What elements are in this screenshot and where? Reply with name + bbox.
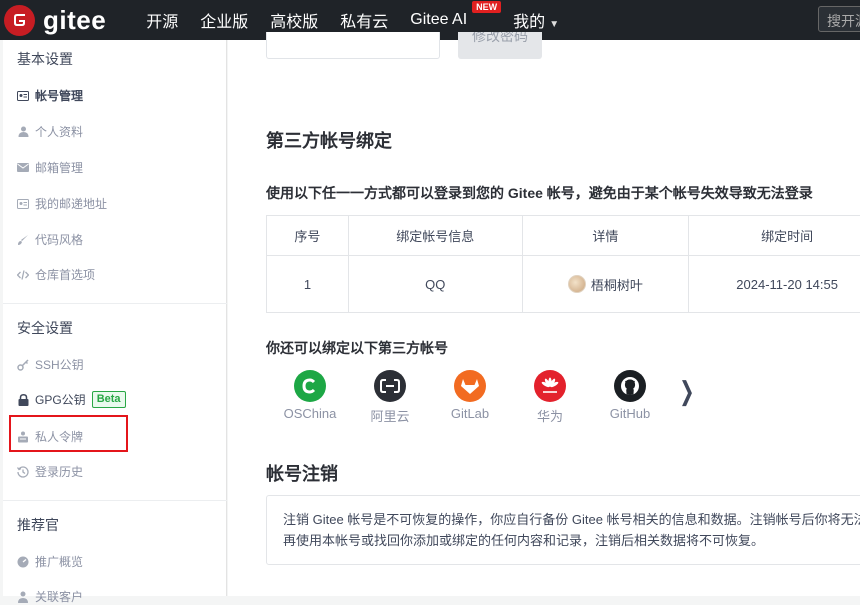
sidebar-item-repo-prefs[interactable]: 仓库首选项 [17, 266, 95, 283]
provider-label: GitHub [610, 406, 650, 421]
sidebar-item-gpg-key[interactable]: GPG公钥 Beta [17, 391, 126, 408]
provider-github[interactable]: GitHub [590, 370, 670, 425]
sidebar-divider [3, 303, 227, 304]
nav-item-private-cloud[interactable]: 私有云 [340, 8, 388, 32]
sidebar-item-login-history[interactable]: 登录历史 [17, 463, 83, 480]
mine-label: 我的 [513, 14, 545, 31]
search-input[interactable]: 搜开源 [818, 6, 860, 32]
gitee-ai-label: Gitee AI [410, 11, 467, 28]
nav-item-education[interactable]: 高校版 [270, 8, 318, 32]
gitlab-icon [454, 370, 486, 402]
section-title-security: 安全设置 [17, 318, 73, 338]
row-detail-name: 梧桐树叶 [591, 275, 643, 294]
gitee-logo-icon [4, 5, 35, 36]
column-header: 绑定时间 [689, 216, 860, 256]
sidebar-item-label: 帐号管理 [35, 87, 83, 104]
code-icon [17, 269, 29, 281]
envelope-icon [17, 162, 29, 174]
avatar [568, 275, 586, 293]
main-content: 修改密码 第三方帐号绑定 使用以下任一一方式都可以登录到您的 Gitee 帐号，… [228, 40, 860, 596]
user-icon [17, 126, 29, 138]
third-party-desc: 使用以下任一一方式都可以登录到您的 Gitee 帐号，避免由于某个帐号失效导致无… [266, 183, 813, 203]
cancel-account-title: 帐号注销 [266, 460, 338, 486]
provider-list: OSChina 阿里云 GitLab 华为 GitHub [278, 370, 670, 425]
column-header: 绑定帐号信息 [348, 216, 522, 256]
sidebar-item-ssh-key[interactable]: SSH公钥 [17, 356, 84, 373]
sidebar-item-address[interactable]: 我的邮递地址 [17, 195, 107, 212]
table-header-row: 序号 绑定帐号信息 详情 绑定时间 [267, 216, 860, 256]
cancel-account-notice: 注销 Gitee 帐号是不可恢复的操作，你应自行备份 Gitee 帐号相关的信息… [266, 495, 860, 565]
provider-label: 华为 [537, 406, 563, 425]
row-account: QQ [348, 256, 522, 313]
nav-item-enterprise[interactable]: 企业版 [200, 8, 248, 32]
password-input[interactable] [266, 32, 440, 59]
sidebar-item-profile[interactable]: 个人资料 [17, 123, 83, 140]
sidebar-item-code-style[interactable]: 代码风格 [17, 231, 83, 248]
provider-huawei[interactable]: 华为 [510, 370, 590, 425]
huawei-icon [534, 370, 566, 402]
provider-oschina[interactable]: OSChina [270, 370, 350, 425]
sidebar-item-label: 推广概览 [35, 553, 83, 570]
nav-item-gitee-ai[interactable]: Gitee AI NEW [410, 11, 467, 29]
sidebar-item-email[interactable]: 邮箱管理 [17, 159, 83, 176]
sidebar-item-label: 仓库首选项 [35, 266, 95, 283]
sidebar-divider [3, 500, 227, 501]
section-title-promo: 推荐官 [17, 515, 59, 535]
section-title-basic: 基本设置 [17, 49, 73, 69]
gitee-logo[interactable]: gitee [4, 5, 106, 36]
beta-badge: Beta [92, 391, 126, 408]
users-icon [17, 591, 29, 603]
oschina-icon [294, 370, 326, 402]
sidebar-item-account[interactable]: 帐号管理 [17, 87, 83, 104]
row-detail: 梧桐树叶 [522, 256, 689, 313]
new-badge: NEW [472, 1, 501, 13]
aliyun-icon [374, 370, 406, 402]
binding-table: 序号 绑定帐号信息 详情 绑定时间 1 QQ 梧桐树叶 2024-11-20 1… [266, 215, 860, 313]
logo-text: gitee [43, 5, 106, 36]
column-header: 详情 [522, 216, 689, 256]
settings-sidebar: 基本设置 帐号管理 个人资料 邮箱管理 我的邮递地址 代码风格 仓库首选项 安全… [3, 40, 227, 596]
change-password-label: 修改密码 [472, 32, 528, 46]
sidebar-item-label: 关联客户 [35, 588, 83, 605]
sidebar-item-label: 个人资料 [35, 123, 83, 140]
sidebar-item-label: 邮箱管理 [35, 159, 83, 176]
chevron-right-icon[interactable]: ❯ [679, 376, 694, 407]
sidebar-item-promo-overview[interactable]: 推广概览 [17, 553, 83, 570]
sidebar-item-label: 登录历史 [35, 463, 83, 480]
provider-label: GitLab [451, 406, 489, 421]
lock-icon [17, 394, 29, 406]
sidebar-item-label: SSH公钥 [35, 356, 84, 373]
sidebar-item-related-customers[interactable]: 关联客户 [17, 588, 83, 605]
highlight-box [9, 415, 128, 452]
github-icon [614, 370, 646, 402]
gauge-icon [17, 556, 29, 568]
sidebar-item-label: GPG公钥 [35, 391, 86, 408]
sidebar-item-label: 代码风格 [35, 231, 83, 248]
provider-aliyun[interactable]: 阿里云 [350, 370, 430, 425]
caret-down-icon: ▼ [549, 19, 559, 30]
brush-icon [17, 234, 29, 246]
row-index: 1 [267, 256, 349, 313]
table-row: 1 QQ 梧桐树叶 2024-11-20 14:55 [267, 256, 860, 313]
nav-item-opensource[interactable]: 开源 [146, 8, 178, 32]
nav-item-mine[interactable]: 我的 ▼ [513, 8, 559, 32]
provider-gitlab[interactable]: GitLab [430, 370, 510, 425]
address-card-icon [17, 198, 29, 210]
also-bind-title: 你还可以绑定以下第三方帐号 [266, 338, 448, 358]
change-password-button[interactable]: 修改密码 [458, 32, 542, 59]
id-card-icon [17, 90, 29, 102]
row-time: 2024-11-20 14:55 [689, 256, 860, 313]
history-icon [17, 466, 29, 478]
third-party-title: 第三方帐号绑定 [266, 127, 392, 153]
provider-label: OSChina [284, 406, 337, 421]
key-icon [17, 359, 29, 371]
sidebar-item-label: 我的邮递地址 [35, 195, 107, 212]
provider-label: 阿里云 [370, 406, 409, 425]
column-header: 序号 [267, 216, 349, 256]
